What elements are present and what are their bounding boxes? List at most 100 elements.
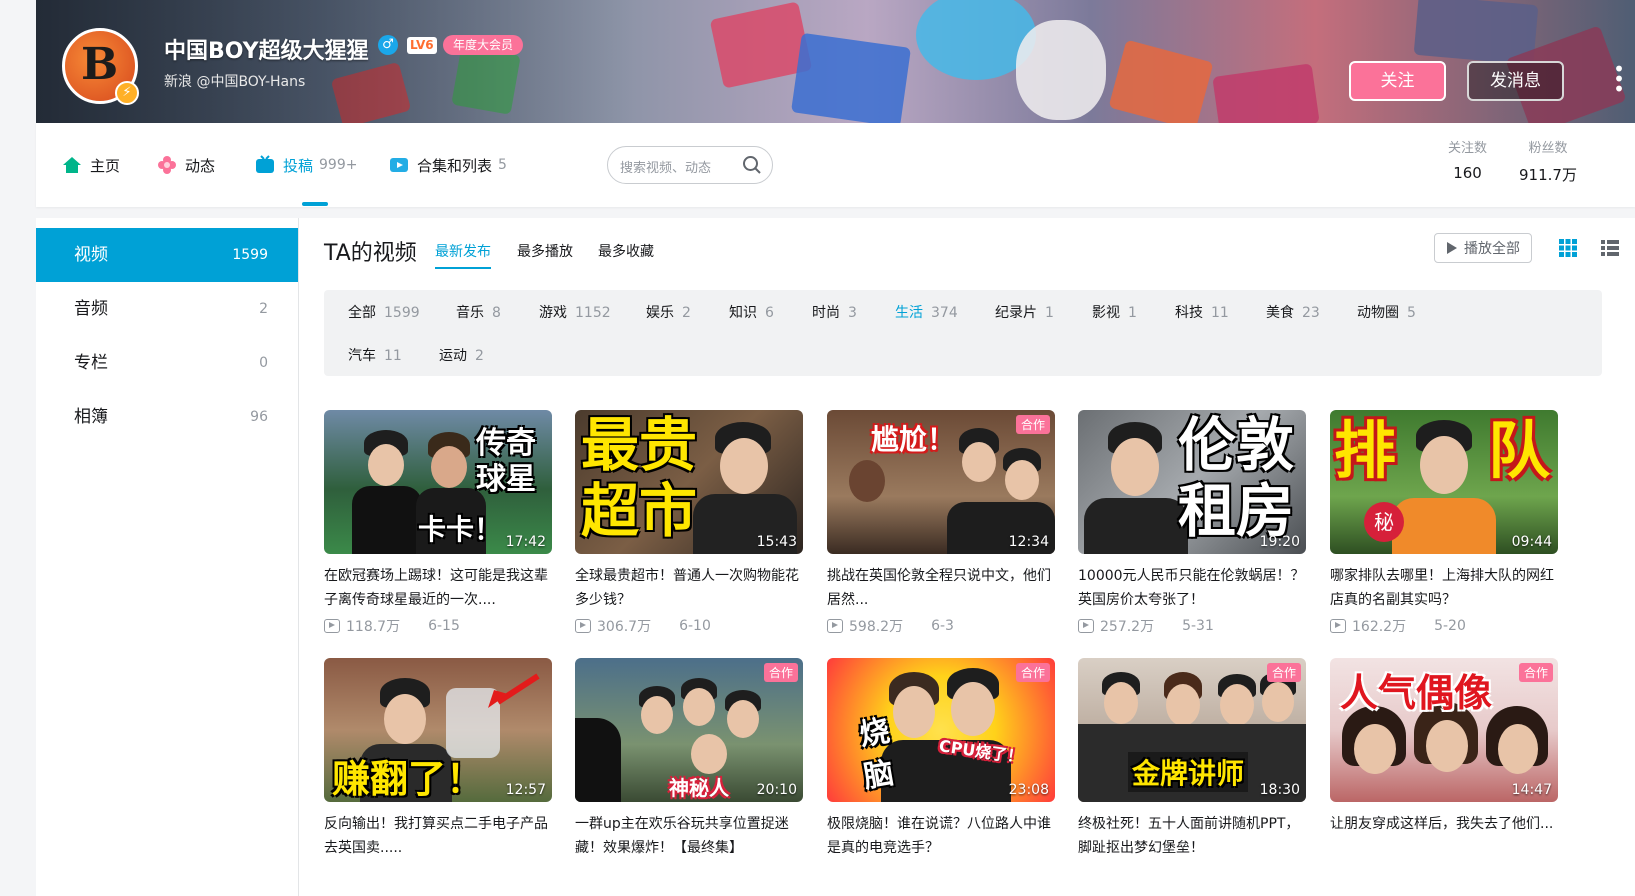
- thumbnail-caption: 最贵: [581, 411, 698, 479]
- video-thumbnail[interactable]: 尴尬！ 合作 12:34: [827, 410, 1055, 554]
- category-label: 音乐: [456, 305, 484, 321]
- message-button[interactable]: 发消息: [1467, 61, 1564, 101]
- video-title[interactable]: 在欧冠赛场上踢球！这可能是我这辈子离传奇球星最近的一次....: [324, 564, 552, 612]
- category-count: 6: [765, 305, 774, 321]
- video-views: 598.2万: [849, 619, 904, 635]
- video-title[interactable]: 10000元人民币只能在伦敦蜗居！？英国房价太夸张了！: [1078, 564, 1306, 612]
- video-thumbnail[interactable]: 赚翻了！ 12:57: [324, 658, 552, 802]
- category-entertainment[interactable]: 娱乐 2: [646, 302, 691, 322]
- more-options-icon[interactable]: • • •: [1612, 59, 1626, 99]
- category-food[interactable]: 美食 23: [1266, 302, 1320, 322]
- video-card[interactable]: 烧 脑 CPU烧了！ 合作 23:08 极限烧脑！谁在说谎？八位路人中谁是真的电…: [827, 658, 1055, 860]
- collection-play-icon: [390, 158, 408, 172]
- video-title[interactable]: 反向输出！我打算买点二手电子产品去英国卖.....: [324, 812, 552, 860]
- sidebar-item-audio[interactable]: 音频 2: [36, 282, 298, 336]
- following-stat[interactable]: 关注数 160: [1448, 137, 1487, 182]
- category-car[interactable]: 汽车 11: [348, 345, 402, 365]
- search-icon[interactable]: [742, 155, 762, 175]
- video-duration: 18:30: [1259, 782, 1300, 798]
- sidebar-item-album[interactable]: 相簿 96: [36, 390, 298, 444]
- video-title[interactable]: 哪家排队去哪里！上海排大队的网红店真的名副其实吗？: [1330, 564, 1558, 612]
- fans-label: 粉丝数: [1528, 141, 1568, 156]
- video-card[interactable]: 赚翻了！ 12:57 反向输出！我打算买点二手电子产品去英国卖.....: [324, 658, 552, 860]
- video-thumbnail[interactable]: 烧 脑 CPU烧了！ 合作 23:08: [827, 658, 1055, 802]
- video-card[interactable]: 传奇 球星 卡卡！ 17:42 在欧冠赛场上踢球！这可能是我这辈子离传奇球星最近…: [324, 410, 552, 636]
- video-duration: 20:10: [756, 782, 797, 798]
- tab-dynamic[interactable]: 动态: [157, 153, 215, 177]
- video-duration: 19:20: [1259, 534, 1300, 550]
- video-card[interactable]: 金牌讲师 合作 18:30 终极社死！五十人面前讲随机PPT，脚趾抠出梦幻堡垒！: [1078, 658, 1306, 860]
- video-title[interactable]: 一群up主在欢乐谷玩共享位置捉迷藏！效果爆炸！【最终集】: [575, 812, 803, 860]
- video-thumbnail[interactable]: 最贵 超市 15:43: [575, 410, 803, 554]
- category-count: 1: [1045, 305, 1054, 321]
- tab-collections[interactable]: 合集和列表 5: [389, 153, 507, 177]
- tab-home[interactable]: 主页: [62, 153, 120, 177]
- avatar[interactable]: B ⚡: [62, 28, 139, 105]
- thumbnail-caption: 尴尬！: [871, 423, 956, 456]
- category-knowledge[interactable]: 知识 6: [729, 302, 774, 322]
- home-icon: [63, 157, 81, 173]
- category-life[interactable]: 生活 374: [895, 302, 958, 322]
- video-thumbnail[interactable]: 传奇 球星 卡卡！ 17:42: [324, 410, 552, 554]
- video-title[interactable]: 终极社死！五十人面前讲随机PPT，脚趾抠出梦幻堡垒！: [1078, 812, 1306, 860]
- category-all[interactable]: 全部 1599: [348, 302, 420, 322]
- video-card[interactable]: 最贵 超市 15:43 全球最贵超市！普通人一次购物能花多少钱？ 306.7万 6…: [575, 410, 803, 636]
- video-thumbnail[interactable]: 排 队 秘 09:44: [1330, 410, 1558, 554]
- category-sports[interactable]: 运动 2: [439, 345, 484, 365]
- fans-stat[interactable]: 粉丝数 911.7万: [1519, 137, 1577, 185]
- category-count: 8: [492, 305, 501, 321]
- video-title[interactable]: 让朋友穿成这样后，我失去了他们...: [1330, 812, 1558, 860]
- tab-submissions[interactable]: 投稿 999+: [255, 153, 357, 177]
- video-thumbnail[interactable]: 神秘人 合作 20:10: [575, 658, 803, 802]
- sidebar-item-article[interactable]: 专栏 0: [36, 336, 298, 390]
- profile-nav: 主页 动态 投稿 999+ 合集和列表 5 搜索视频、动态 关注数 160 粉丝…: [36, 123, 1635, 207]
- video-title[interactable]: 极限烧脑！谁在说谎？八位路人中谁是真的电竞选手？: [827, 812, 1055, 860]
- verified-bolt-icon: ⚡: [115, 81, 139, 105]
- category-tech[interactable]: 科技 11: [1175, 302, 1229, 322]
- play-all-label: 播放全部: [1464, 241, 1520, 257]
- video-card[interactable]: 尴尬！ 合作 12:34 挑战在英国伦敦全程只说中文，他们居然... 598.2…: [827, 410, 1055, 636]
- list-view-icon[interactable]: [1600, 238, 1620, 258]
- category-game[interactable]: 游戏 1152: [539, 302, 611, 322]
- sidebar-item-label: 音频: [74, 299, 108, 319]
- category-film[interactable]: 影视 1: [1092, 302, 1137, 322]
- sort-most-played[interactable]: 最多播放: [517, 241, 573, 261]
- video-title[interactable]: 挑战在英国伦敦全程只说中文，他们居然...: [827, 564, 1055, 612]
- thumbnail-caption: 伦敦: [1178, 411, 1295, 479]
- category-animal[interactable]: 动物圈 5: [1357, 302, 1416, 322]
- sidebar-divider: [298, 218, 299, 896]
- video-thumbnail[interactable]: 金牌讲师 合作 18:30: [1078, 658, 1306, 802]
- video-card[interactable]: 神秘人 合作 20:10 一群up主在欢乐谷玩共享位置捉迷藏！效果爆炸！【最终集…: [575, 658, 803, 860]
- following-label: 关注数: [1448, 141, 1488, 156]
- category-music[interactable]: 音乐 8: [456, 302, 501, 322]
- category-fashion[interactable]: 时尚 3: [812, 302, 857, 322]
- video-thumbnail[interactable]: 伦敦 租房 19:20: [1078, 410, 1306, 554]
- video-card[interactable]: 人气偶像 合作 14:47 让朋友穿成这样后，我失去了他们...: [1330, 658, 1558, 860]
- tab-home-label: 主页: [90, 156, 121, 175]
- sort-most-favorited[interactable]: 最多收藏: [598, 241, 654, 261]
- category-documentary[interactable]: 纪录片 1: [995, 302, 1054, 322]
- category-count: 1599: [384, 305, 420, 321]
- thumbnail-caption: 租房: [1178, 477, 1295, 545]
- category-label: 生活: [895, 305, 923, 321]
- video-card[interactable]: 伦敦 租房 19:20 10000元人民币只能在伦敦蜗居！？英国房价太夸张了！ …: [1078, 410, 1306, 636]
- sidebar-item-video[interactable]: 视频 1599: [36, 228, 298, 282]
- video-thumbnail[interactable]: 人气偶像 合作 14:47: [1330, 658, 1558, 802]
- video-date: 6-3: [931, 618, 954, 634]
- category-count: 11: [1211, 305, 1229, 321]
- play-count-icon: [324, 619, 340, 633]
- sort-latest[interactable]: 最新发布: [435, 241, 491, 261]
- video-title[interactable]: 全球最贵超市！普通人一次购物能花多少钱？: [575, 564, 803, 612]
- red-arrow-icon: [488, 673, 540, 708]
- thumbnail-caption: 队: [1488, 414, 1551, 487]
- tab-collections-label: 合集和列表: [417, 156, 493, 175]
- category-count: 5: [1407, 305, 1416, 321]
- grid-view-icon[interactable]: [1558, 238, 1578, 258]
- follow-button[interactable]: 关注: [1349, 61, 1446, 101]
- search-box[interactable]: 搜索视频、动态: [607, 146, 773, 184]
- video-duration: 15:43: [756, 534, 797, 550]
- video-card[interactable]: 排 队 秘 09:44 哪家排队去哪里！上海排大队的网红店真的名副其实吗？ 16…: [1330, 410, 1558, 636]
- search-input[interactable]: 搜索视频、动态: [620, 157, 711, 176]
- play-all-button[interactable]: 播放全部: [1434, 233, 1532, 263]
- vip-badge[interactable]: 年度大会员: [443, 35, 524, 55]
